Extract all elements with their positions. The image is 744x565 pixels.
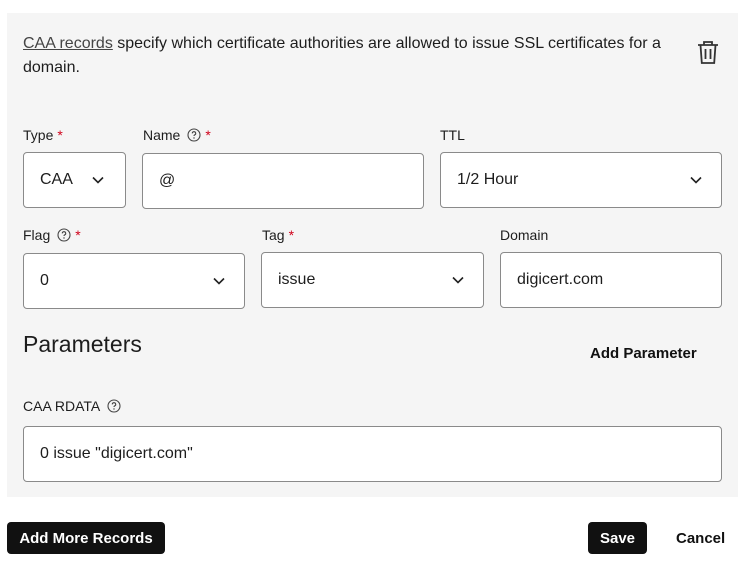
name-label: Name * [143,127,211,143]
tag-label-text: Tag [262,227,285,243]
ttl-label: TTL [440,127,465,143]
name-input-value: @ [159,172,176,189]
trash-icon[interactable] [696,40,720,66]
required-marker: * [288,227,295,243]
tag-label: Tag * [262,227,294,243]
domain-label: Domain [500,227,548,243]
type-label: Type * [23,127,63,143]
add-more-records-button[interactable]: Add More Records [7,522,165,554]
name-label-text: Name [143,127,181,143]
required-marker: * [57,127,63,143]
flag-label-text: Flag [23,227,51,243]
name-input[interactable]: @ [142,153,424,209]
tag-select[interactable]: issue [261,252,484,308]
caa-rdata-label-text: CAA RDATA [23,398,101,414]
caa-rdata-field: 0 issue "digicert.com" [23,426,722,482]
caa-rdata-value: 0 issue "digicert.com" [40,445,193,462]
chevron-down-icon [92,176,104,184]
ttl-label-text: TTL [440,127,465,143]
help-icon[interactable] [107,399,121,413]
tag-select-value: issue [278,271,316,288]
type-select-value: CAA [40,171,73,188]
chevron-down-icon [452,276,464,284]
flag-select[interactable]: 0 [23,253,245,309]
required-marker: * [75,227,81,243]
parameters-heading: Parameters [23,331,142,357]
caa-records-link[interactable]: CAA records [23,35,113,52]
ttl-select[interactable]: 1/2 Hour [440,152,722,208]
intro-text: CAA records specify which certificate au… [23,32,673,80]
help-icon[interactable] [187,128,201,142]
chevron-down-icon [690,176,702,184]
flag-label: Flag * [23,227,81,243]
ttl-select-value: 1/2 Hour [457,171,519,188]
intro-description: specify which certificate authorities ar… [23,35,661,76]
domain-input[interactable]: digicert.com [500,252,722,308]
flag-select-value: 0 [40,272,49,289]
type-select[interactable]: CAA [23,152,126,208]
add-parameter-button[interactable]: Add Parameter [590,345,697,362]
chevron-down-icon [213,277,225,285]
type-label-text: Type [23,127,54,143]
domain-input-value: digicert.com [517,271,604,288]
domain-label-text: Domain [500,227,549,243]
required-marker: * [205,127,211,143]
cancel-button[interactable]: Cancel [676,530,725,547]
help-icon[interactable] [57,228,71,242]
caa-rdata-label: CAA RDATA [23,398,121,414]
save-button[interactable]: Save [588,522,647,554]
